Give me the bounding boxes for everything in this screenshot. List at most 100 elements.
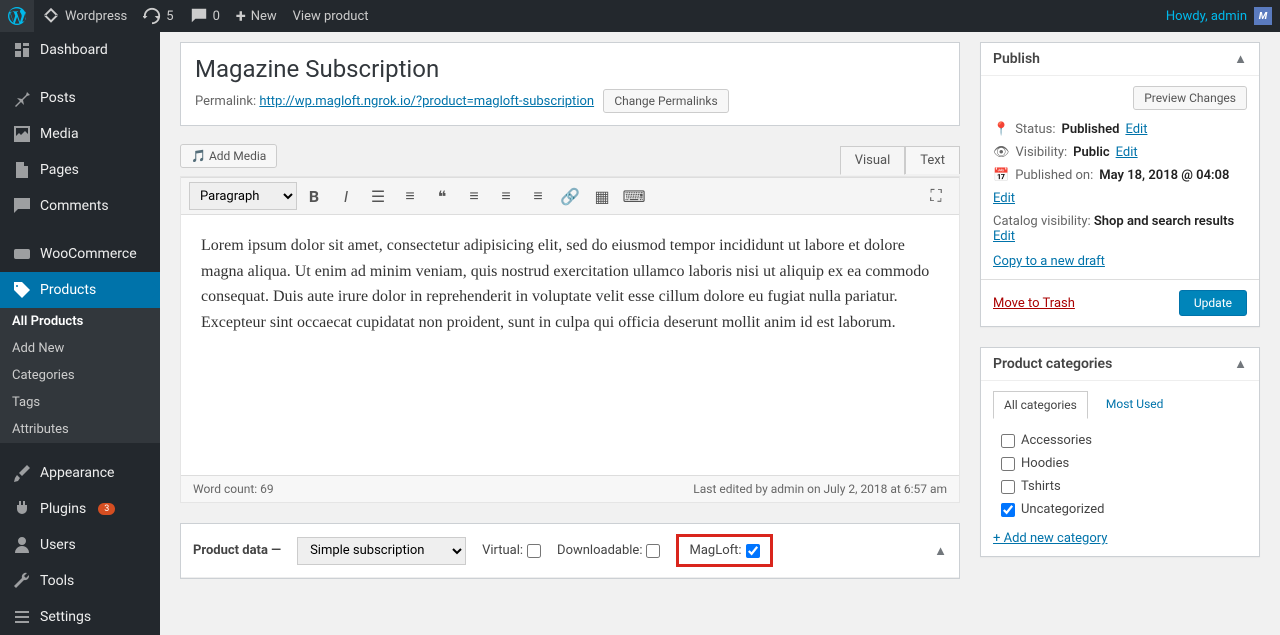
virtual-checkbox[interactable]: [527, 544, 541, 558]
categories-title: Product categories: [993, 356, 1112, 372]
site-link[interactable]: Wordpress: [34, 0, 135, 32]
tab-all-categories[interactable]: All categories: [993, 391, 1088, 419]
toggle-icon[interactable]: ▲: [934, 543, 947, 559]
sidebar-appearance[interactable]: Appearance: [0, 455, 160, 491]
add-media-button[interactable]: 🎵 Add Media: [180, 144, 277, 168]
sidebar-media[interactable]: Media: [0, 116, 160, 152]
product-data-box: Product data — Simple subscription Virtu…: [180, 523, 960, 579]
edit-date[interactable]: Edit: [993, 191, 1015, 206]
category-checkbox[interactable]: [1001, 457, 1015, 471]
last-edited: Last edited by admin on July 2, 2018 at …: [693, 482, 947, 496]
editor-status-bar: Word count: 69 Last edited by admin on J…: [181, 475, 959, 502]
dashboard-icon: [12, 40, 32, 60]
product-type-select[interactable]: Simple subscription: [297, 537, 466, 565]
category-item[interactable]: Hoodies: [1001, 452, 1247, 475]
view-product-link[interactable]: View product: [285, 0, 377, 32]
edit-status[interactable]: Edit: [1125, 122, 1147, 137]
change-permalinks-button[interactable]: Change Permalinks: [603, 89, 728, 113]
products-submenu: All Products Add New Categories Tags Att…: [0, 308, 160, 443]
preview-changes-button[interactable]: Preview Changes: [1133, 86, 1247, 110]
virtual-checkbox-wrap[interactable]: Virtual:: [482, 543, 541, 558]
bold-button[interactable]: B: [299, 182, 329, 210]
magloft-checkbox-wrap[interactable]: MagLoft:: [676, 534, 772, 567]
permalink-url[interactable]: http://wp.magloft.ngrok.io/?product=magl…: [259, 94, 594, 109]
sidebar-pages[interactable]: Pages: [0, 152, 160, 188]
admin-sidebar: Dashboard Posts Media Pages Comments Woo…: [0, 32, 160, 635]
howdy-user[interactable]: Howdy, admin: [1159, 9, 1254, 24]
refresh-count: 5: [166, 9, 173, 24]
sidebar-dashboard[interactable]: Dashboard: [0, 32, 160, 68]
comments-link[interactable]: 0: [182, 0, 228, 32]
update-button[interactable]: Update: [1179, 290, 1247, 316]
product-data-label: Product data —: [193, 543, 281, 558]
bullet-list-button[interactable]: ☰: [363, 182, 393, 210]
tab-visual[interactable]: Visual: [840, 146, 906, 175]
sub-categories[interactable]: Categories: [0, 362, 160, 389]
publish-box: Publish▲ Preview Changes 📍Status: Publis…: [980, 42, 1260, 327]
toolbar-toggle-button[interactable]: ⌨: [619, 182, 649, 210]
copy-draft-link[interactable]: Copy to a new draft: [993, 254, 1105, 269]
media-icon: 🎵: [191, 149, 206, 163]
downloadable-checkbox-wrap[interactable]: Downloadable:: [557, 543, 660, 558]
align-right-button[interactable]: ≡: [523, 182, 553, 210]
sub-all-products[interactable]: All Products: [0, 308, 160, 335]
title-box: Magazine Subscription Permalink: http://…: [180, 42, 960, 126]
link-button[interactable]: 🔗: [555, 182, 585, 210]
category-checkbox[interactable]: [1001, 503, 1015, 517]
move-trash-link[interactable]: Move to Trash: [993, 296, 1075, 311]
sidebar-comments[interactable]: Comments: [0, 188, 160, 224]
more-button[interactable]: ▦: [587, 182, 617, 210]
sidebar-users[interactable]: Users: [0, 527, 160, 563]
pages-icon: [12, 160, 32, 180]
word-count: Word count: 69: [193, 482, 274, 496]
editor-content[interactable]: Lorem ipsum dolor sit amet, consectetur …: [181, 215, 959, 475]
edit-visibility[interactable]: Edit: [1116, 145, 1138, 160]
calendar-icon: 📅: [993, 168, 1009, 183]
sidebar-settings[interactable]: Settings: [0, 599, 160, 635]
tab-most-used[interactable]: Most Used: [1096, 391, 1174, 419]
format-select[interactable]: Paragraph: [189, 182, 297, 210]
new-link[interactable]: +New: [228, 0, 285, 32]
add-category-link[interactable]: + Add new category: [993, 531, 1107, 546]
avatar[interactable]: M: [1254, 7, 1272, 25]
fullscreen-button[interactable]: ⛶: [921, 182, 951, 210]
comments-count: 0: [213, 9, 220, 24]
editor-toolbar: Paragraph B I ☰ ≡ ❝ ≡ ≡ ≡ 🔗 ▦ ⌨ ⛶: [181, 177, 959, 215]
tab-text[interactable]: Text: [905, 146, 960, 174]
sidebar-plugins[interactable]: Plugins3: [0, 491, 160, 527]
downloadable-checkbox[interactable]: [646, 544, 660, 558]
woocommerce-icon: [12, 244, 32, 264]
sub-attributes[interactable]: Attributes: [0, 416, 160, 443]
edit-catalog[interactable]: Edit: [993, 229, 1015, 244]
align-center-button[interactable]: ≡: [491, 182, 521, 210]
sub-tags[interactable]: Tags: [0, 389, 160, 416]
toggle-icon[interactable]: ▲: [1234, 356, 1247, 372]
categories-box: Product categories ▲ All categories Most …: [980, 347, 1260, 557]
wp-logo[interactable]: [0, 0, 34, 32]
category-item[interactable]: Accessories: [1001, 429, 1247, 452]
category-item[interactable]: Tshirts: [1001, 475, 1247, 498]
sidebar-tools[interactable]: Tools: [0, 563, 160, 599]
media-icon: [12, 124, 32, 144]
align-left-button[interactable]: ≡: [459, 182, 489, 210]
number-list-button[interactable]: ≡: [395, 182, 425, 210]
site-name: Wordpress: [65, 9, 127, 24]
wrench-icon: [12, 571, 32, 591]
category-checkbox[interactable]: [1001, 480, 1015, 494]
brush-icon: [12, 463, 32, 483]
sub-add-new[interactable]: Add New: [0, 335, 160, 362]
italic-button[interactable]: I: [331, 182, 361, 210]
permalink-label: Permalink:: [195, 94, 256, 109]
toggle-icon[interactable]: ▲: [1234, 51, 1247, 67]
updates-link[interactable]: 5: [135, 0, 181, 32]
pin-icon: [12, 88, 32, 108]
quote-button[interactable]: ❝: [427, 182, 457, 210]
publish-title: Publish: [993, 51, 1040, 67]
category-item[interactable]: Uncategorized: [1001, 498, 1247, 521]
magloft-checkbox[interactable]: [746, 544, 760, 558]
post-title[interactable]: Magazine Subscription: [195, 55, 945, 83]
sidebar-woocommerce[interactable]: WooCommerce: [0, 236, 160, 272]
sidebar-products[interactable]: Products: [0, 272, 160, 308]
category-checkbox[interactable]: [1001, 434, 1015, 448]
sidebar-posts[interactable]: Posts: [0, 80, 160, 116]
